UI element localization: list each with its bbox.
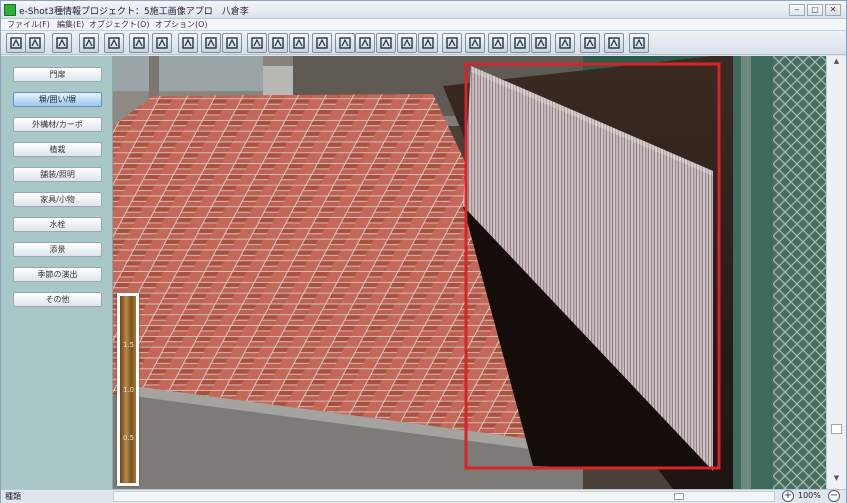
zoom-level: 100% (798, 491, 821, 500)
open-icon[interactable] (6, 33, 26, 53)
category-button[interactable]: 舗装/照明 (13, 167, 102, 182)
text-icon[interactable] (335, 33, 355, 53)
category-button[interactable]: 家具/小物 (13, 192, 102, 207)
scene-image (113, 56, 826, 489)
ruler-label-0-5: 0.5 (123, 434, 135, 442)
category-button[interactable]: 植栽 (13, 142, 102, 157)
tree-add-icon[interactable] (152, 33, 172, 53)
save-icon[interactable] (25, 33, 45, 53)
cursor-up-icon[interactable] (488, 33, 508, 53)
ruler-label-1-5: 1.5 (123, 341, 135, 349)
menu-edit[interactable]: 編集(E) (57, 19, 84, 31)
scale-ruler[interactable]: 1.5 1.0 0.5 (117, 293, 139, 486)
grid-edit-icon[interactable] (629, 33, 649, 53)
texture-icon[interactable] (580, 33, 600, 53)
status-label: 種類 (5, 492, 21, 501)
arrow-left-icon[interactable] (510, 33, 530, 53)
flip-h-auto-icon[interactable] (201, 33, 221, 53)
scroll-up-icon[interactable]: ▲ (830, 57, 843, 69)
cursor-diag-icon[interactable] (555, 33, 575, 53)
vertical-scrollbar[interactable]: ▲ ▼ (826, 56, 846, 489)
menu-options[interactable]: オプション(O) (155, 19, 208, 31)
freehand-icon[interactable] (442, 33, 462, 53)
rect-select-icon[interactable] (355, 33, 375, 53)
flip-v-auto-icon[interactable] (222, 33, 242, 53)
toolbar (1, 31, 846, 55)
refresh-icon[interactable] (289, 33, 309, 53)
category-button[interactable]: その他 (13, 292, 102, 307)
polygon-select-icon[interactable] (397, 33, 417, 53)
app-window: e-Shot3種情報プロジェクト：5施工画像アプロ 八倉李 ‒ ▢ ✕ ファイル… (0, 0, 847, 503)
app-icon (4, 4, 16, 16)
check-icon[interactable] (79, 33, 99, 53)
category-button[interactable]: 塀/囲い/塀 (13, 92, 102, 107)
title-bar: e-Shot3種情報プロジェクト：5施工画像アプロ 八倉李 ‒ ▢ ✕ (1, 1, 846, 19)
trees-small-icon[interactable] (465, 33, 485, 53)
category-button[interactable]: 外構材/カーポ (13, 117, 102, 132)
trees-group-icon[interactable] (178, 33, 198, 53)
category-button[interactable]: 門扉 (13, 67, 102, 82)
ellipse-select-icon[interactable] (376, 33, 396, 53)
photo-canvas[interactable] (113, 56, 826, 489)
maximize-button[interactable]: ▢ (807, 4, 823, 16)
category-button[interactable]: 水栓 (13, 217, 102, 232)
menu-bar: ファイル(F) 編集(E) オブジェクト(O) オプション(O) (1, 19, 846, 31)
status-bar: 種類 + 100% − (1, 489, 846, 503)
image-icon[interactable] (52, 33, 72, 53)
trees-icon[interactable] (129, 33, 149, 53)
vertical-scroll-thumb[interactable] (831, 424, 842, 434)
scroll-down-icon[interactable]: ▼ (830, 474, 843, 486)
horizontal-scrollbar[interactable] (113, 491, 775, 502)
category-button[interactable]: 添景 (13, 242, 102, 257)
ruler-label-1-0: 1.0 (123, 386, 135, 394)
menu-object[interactable]: オブジェクト(O) (89, 19, 150, 31)
minimize-button[interactable]: ‒ (789, 4, 805, 16)
move-up-icon[interactable] (268, 33, 288, 53)
grid-icon[interactable] (604, 33, 624, 53)
menu-file[interactable]: ファイル(F) (7, 19, 50, 31)
close-button[interactable]: ✕ (825, 4, 841, 16)
arrow-right-icon[interactable] (531, 33, 551, 53)
category-panel: 門扉塀/囲い/塀 外構材/カーポ 植栽舗装/照明家具/小物水栓添景季節の演出その他 (1, 56, 113, 489)
window-title: e-Shot3種情報プロジェクト：5施工画像アプロ 八倉李 (19, 7, 249, 17)
stamp-icon[interactable] (312, 33, 332, 53)
horizontal-scroll-thumb[interactable] (674, 493, 684, 500)
zoom-out-icon[interactable]: − (828, 490, 840, 502)
zoom-in-icon[interactable]: + (782, 490, 794, 502)
pointer-icon[interactable] (247, 33, 267, 53)
rotate-icon[interactable] (104, 33, 124, 53)
category-button[interactable]: 季節の演出 (13, 267, 102, 282)
lasso-icon[interactable] (418, 33, 438, 53)
